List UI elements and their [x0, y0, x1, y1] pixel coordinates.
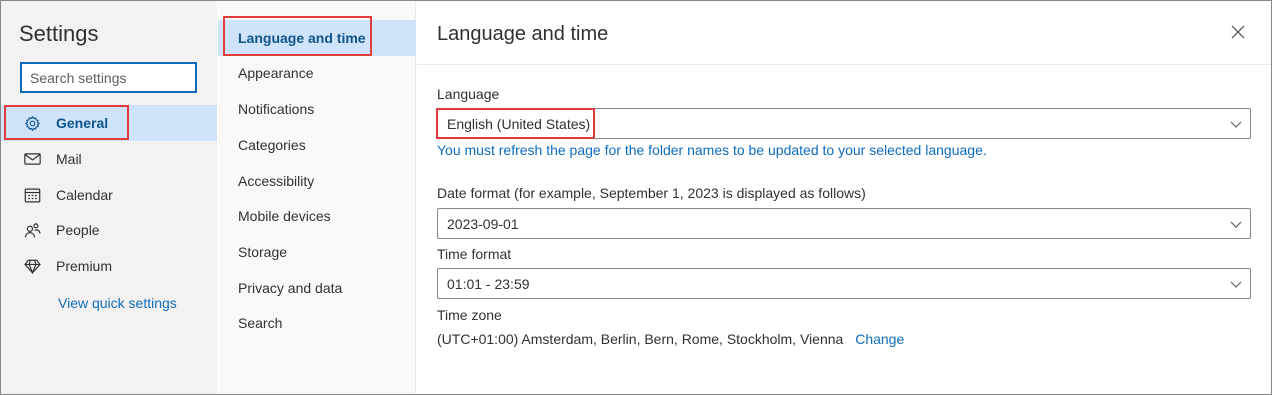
time-format-dropdown[interactable]: 01:01 - 23:59 [437, 268, 1251, 299]
people-icon [23, 221, 41, 239]
date-format-value: 2023-09-01 [447, 216, 519, 232]
time-zone-label: Time zone [437, 307, 502, 323]
language-label: Language [437, 86, 500, 102]
subnav-item-privacy-and-data[interactable]: Privacy and data [218, 270, 416, 306]
mail-icon [23, 150, 41, 168]
time-zone-row: (UTC+01:00) Amsterdam, Berlin, Bern, Rom… [437, 331, 904, 347]
sidebar-item-mail[interactable]: Mail [1, 141, 217, 177]
gear-icon [23, 114, 41, 132]
diamond-icon [23, 257, 41, 275]
panel-divider [417, 64, 1271, 65]
language-refresh-note: You must refresh the page for the folder… [437, 142, 987, 158]
time-format-label: Time format [437, 246, 512, 262]
view-quick-settings-link[interactable]: View quick settings [58, 295, 177, 311]
language-and-time-panel: Language and time Language English (Unit… [417, 1, 1271, 394]
subnav-item-mobile-devices[interactable]: Mobile devices [218, 198, 416, 234]
chevron-down-icon [1230, 121, 1242, 128]
settings-window: Settings General Mail [0, 0, 1272, 395]
subnav-item-language-and-time[interactable]: Language and time [218, 20, 416, 56]
sidebar-item-label: People [56, 222, 100, 238]
language-value: English (United States) [447, 116, 591, 132]
sidebar-item-label: Premium [56, 258, 113, 274]
subnav-item-storage[interactable]: Storage [218, 234, 416, 270]
time-format-value: 01:01 - 23:59 [447, 276, 530, 292]
sidebar-item-people[interactable]: People [1, 212, 217, 248]
date-format-label: Date format (for example, September 1, 2… [437, 185, 866, 201]
subnav-item-notifications[interactable]: Notifications [218, 91, 416, 127]
sidebar-item-label: Mail [56, 151, 82, 167]
chevron-down-icon [1230, 221, 1242, 228]
chevron-down-icon [1230, 281, 1242, 288]
sidebar-item-general[interactable]: General [1, 105, 217, 141]
settings-title: Settings [19, 21, 99, 46]
close-icon[interactable] [1231, 25, 1245, 39]
search-settings-input[interactable] [20, 62, 197, 93]
sidebar-item-calendar[interactable]: Calendar [1, 177, 217, 213]
change-time-zone-link[interactable]: Change [855, 331, 904, 347]
subnav-item-categories[interactable]: Categories [218, 127, 416, 163]
subnav-item-appearance[interactable]: Appearance [218, 55, 416, 91]
calendar-icon [23, 186, 41, 204]
sidebar-item-label: General [56, 115, 109, 131]
settings-sidebar: Settings General Mail [1, 1, 217, 394]
subnav-item-accessibility[interactable]: Accessibility [218, 163, 416, 199]
time-zone-value: (UTC+01:00) Amsterdam, Berlin, Bern, Rom… [437, 331, 844, 347]
language-dropdown[interactable]: English (United States) [437, 108, 1251, 139]
settings-subnav: Language and time Appearance Notificatio… [218, 1, 416, 394]
panel-title: Language and time [437, 23, 609, 45]
sidebar-item-label: Calendar [56, 187, 113, 203]
subnav-item-search[interactable]: Search [218, 305, 416, 341]
sidebar-item-premium[interactable]: Premium [1, 248, 217, 284]
date-format-dropdown[interactable]: 2023-09-01 [437, 208, 1251, 239]
